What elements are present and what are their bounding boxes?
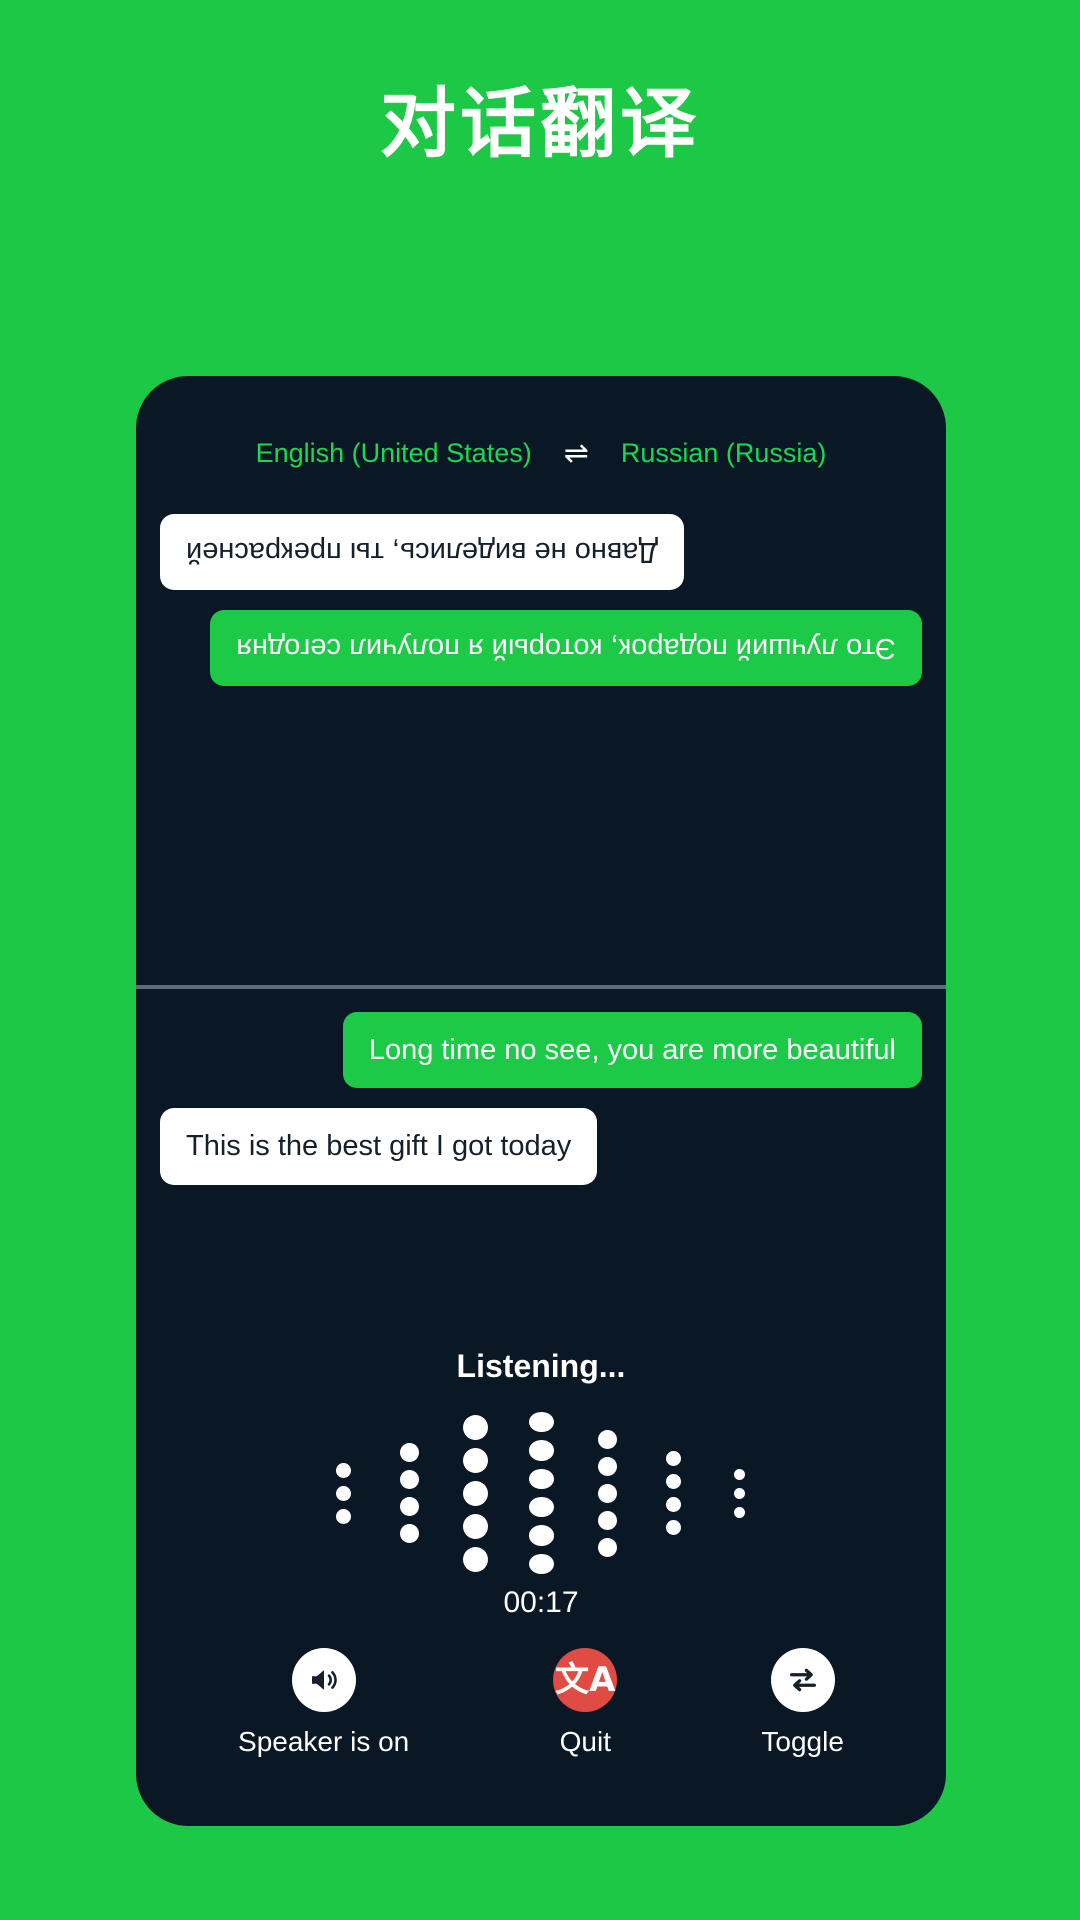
waveform-dot — [528, 1525, 554, 1546]
speaker-on-icon — [311, 1670, 337, 1690]
language-bar: English (United States) ⇌ Russian (Russi… — [136, 438, 946, 469]
message-bubble[interactable]: Long time no see, you are more beautiful — [342, 1012, 922, 1089]
recording-timer: 00:17 — [503, 1586, 579, 1619]
waveform-dot — [665, 1474, 681, 1489]
translation-card: English (United States) ⇌ Russian (Russi… — [136, 376, 946, 1826]
toggle-button-circle — [770, 1648, 835, 1712]
listening-status-label: Listening... — [456, 1348, 626, 1384]
waveform-dot — [399, 1470, 419, 1489]
waveform-dot — [665, 1451, 681, 1466]
waveform-dot — [335, 1508, 351, 1524]
waveform-dot — [597, 1483, 617, 1503]
translated-conversation-pane: Это лучший подарок, который я получил се… — [136, 494, 946, 984]
quit-button[interactable]: 文A Quit — [553, 1648, 618, 1758]
quit-button-label: Quit — [559, 1726, 611, 1757]
target-language-selector[interactable]: Russian (Russia) — [621, 438, 827, 469]
message-row: Long time no see, you are more beautiful — [160, 1012, 922, 1108]
speaker-button[interactable]: Speaker is on — [238, 1648, 409, 1758]
speaker-button-label: Speaker is on — [238, 1726, 410, 1757]
waveform-dot — [733, 1487, 745, 1499]
waveform-column — [442, 1408, 508, 1578]
message-bubble[interactable]: Давно не виделись, ты прекрасней — [160, 514, 685, 591]
waveform-dot — [399, 1443, 419, 1462]
toggle-button[interactable]: Toggle — [761, 1648, 844, 1758]
waveform-dot — [462, 1546, 488, 1572]
source-conversation-pane: Long time no see, you are more beautiful… — [136, 988, 946, 1318]
translate-icon: 文A — [555, 1660, 616, 1700]
waveform-dot — [733, 1506, 745, 1518]
page-title: 对话翻译 — [380, 79, 700, 168]
waveform-dot — [665, 1520, 681, 1535]
waveform-column — [640, 1408, 706, 1578]
waveform-dot — [528, 1497, 554, 1518]
waveform-dot — [528, 1440, 554, 1461]
waveform-dot — [528, 1468, 554, 1489]
waveform-column — [376, 1408, 442, 1578]
quit-button-circle: 文A — [553, 1648, 618, 1712]
toggle-swap-icon — [789, 1668, 816, 1692]
waveform-dot — [399, 1497, 419, 1516]
toggle-button-label: Toggle — [761, 1726, 844, 1757]
audio-waveform-visualizer — [136, 1408, 946, 1578]
waveform-dot — [733, 1468, 745, 1480]
waveform-column — [574, 1408, 640, 1578]
speaker-button-circle — [291, 1648, 356, 1712]
waveform-dot — [597, 1429, 617, 1449]
waveform-dot — [528, 1553, 554, 1574]
waveform-dot — [597, 1456, 617, 1476]
waveform-column — [508, 1408, 574, 1578]
waveform-dot — [462, 1480, 488, 1506]
waveform-dot — [665, 1497, 681, 1512]
message-bubble[interactable]: Это лучший подарок, который я получил се… — [210, 610, 922, 687]
control-bar: Speaker is on 文A Quit Toggle — [136, 1648, 946, 1758]
waveform-column — [310, 1408, 376, 1578]
waveform-dot — [462, 1414, 488, 1440]
waveform-dot — [335, 1485, 351, 1501]
waveform-dot — [528, 1412, 554, 1433]
waveform-dot — [597, 1510, 617, 1530]
waveform-dot — [462, 1447, 488, 1473]
swap-arrows-icon[interactable]: ⇌ — [564, 438, 589, 469]
waveform-dot — [335, 1462, 351, 1478]
message-bubble[interactable]: This is the best gift I got today — [160, 1108, 598, 1185]
waveform-dot — [597, 1537, 617, 1557]
message-row: Давно не виделись, ты прекрасней — [160, 494, 922, 591]
waveform-dot — [399, 1524, 419, 1543]
waveform-dot — [462, 1513, 488, 1539]
source-language-selector[interactable]: English (United States) — [256, 438, 532, 469]
message-row: This is the best gift I got today — [160, 1108, 922, 1204]
waveform-column — [706, 1408, 772, 1578]
message-row: Это лучший подарок, который я получил се… — [160, 590, 922, 687]
